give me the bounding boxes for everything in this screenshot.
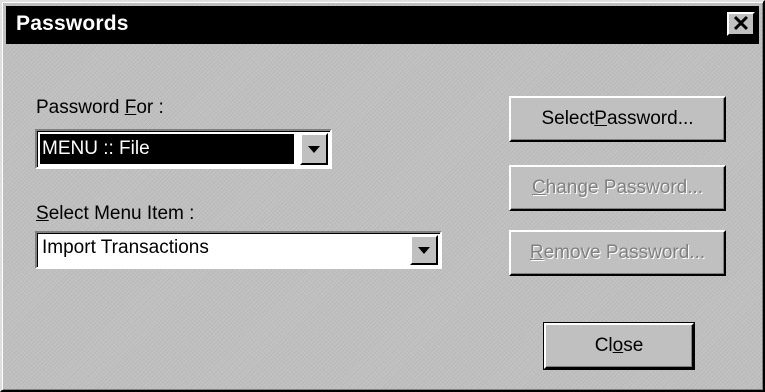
password-for-dropdown[interactable]: MENU :: File	[35, 129, 332, 169]
password-for-dropdown-button[interactable]	[300, 133, 328, 165]
menu-item-value: Import Transactions	[42, 237, 209, 258]
select-password-button[interactable]: Select Password...	[509, 96, 726, 142]
close-icon[interactable]: ✕	[727, 12, 755, 36]
menu-item-dropdown-button[interactable]	[410, 235, 438, 265]
menu-item-dropdown[interactable]: Import Transactions	[35, 231, 442, 269]
chevron-down-icon	[418, 246, 430, 254]
remove-password-button[interactable]: Remove Password...	[509, 230, 726, 276]
dialog-title: Passwords	[16, 12, 129, 35]
change-password-button[interactable]: Change Password...	[509, 165, 726, 211]
password-for-value: MENU :: File	[40, 134, 294, 164]
close-button[interactable]: Cl o se	[543, 322, 695, 370]
select-menu-item-label: Select Menu Item :	[36, 203, 195, 224]
passwords-dialog: Passwords ✕ Password For : MENU :: File …	[0, 0, 765, 392]
password-for-label: Password For :	[36, 97, 164, 118]
chevron-down-icon	[308, 145, 320, 153]
title-bar[interactable]: Passwords ✕	[6, 6, 759, 44]
